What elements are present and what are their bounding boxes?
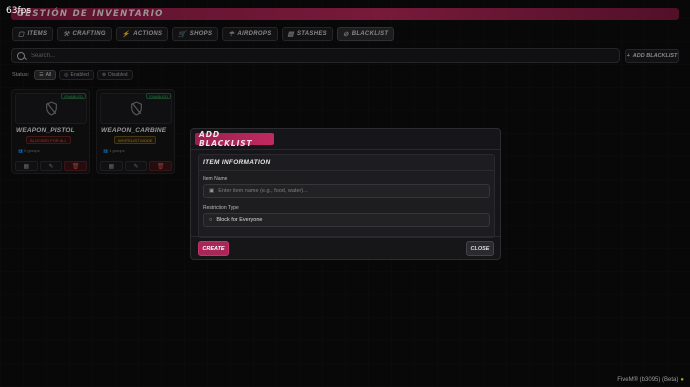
restriction-type-select[interactable]: ○ Block for Everyone bbox=[203, 213, 490, 227]
box-icon: ▣ bbox=[209, 188, 215, 194]
divider bbox=[199, 170, 494, 171]
restriction-type-value: Block for Everyone bbox=[216, 217, 263, 223]
watermark-text: FiveM® (b3095) (Beta) bbox=[617, 377, 679, 383]
circle-icon: ○ bbox=[209, 217, 213, 223]
divider bbox=[191, 149, 500, 150]
add-blacklist-modal: ADD BLACKLIST ITEM INFORMATION Item Name… bbox=[190, 128, 501, 260]
item-information-section: ITEM INFORMATION Item Name ▣ Restriction… bbox=[198, 154, 495, 238]
restriction-type-label: Restriction Type bbox=[203, 205, 239, 211]
close-button[interactable]: CLOSE bbox=[466, 241, 494, 256]
create-button[interactable]: CREATE bbox=[198, 241, 229, 256]
section-title: ITEM INFORMATION bbox=[203, 159, 271, 166]
item-name-field: ▣ bbox=[203, 184, 490, 198]
modal-header: ADD BLACKLIST bbox=[195, 130, 274, 148]
lemon-icon: ● bbox=[680, 377, 684, 383]
item-name-label: Item Name bbox=[203, 176, 228, 182]
item-name-input[interactable] bbox=[218, 188, 489, 194]
fps-counter: 63fps bbox=[6, 6, 32, 16]
divider bbox=[191, 236, 500, 237]
fivem-watermark: FiveM® (b3095) (Beta) ● bbox=[617, 377, 684, 383]
modal-title: ADD BLACKLIST bbox=[199, 130, 253, 148]
